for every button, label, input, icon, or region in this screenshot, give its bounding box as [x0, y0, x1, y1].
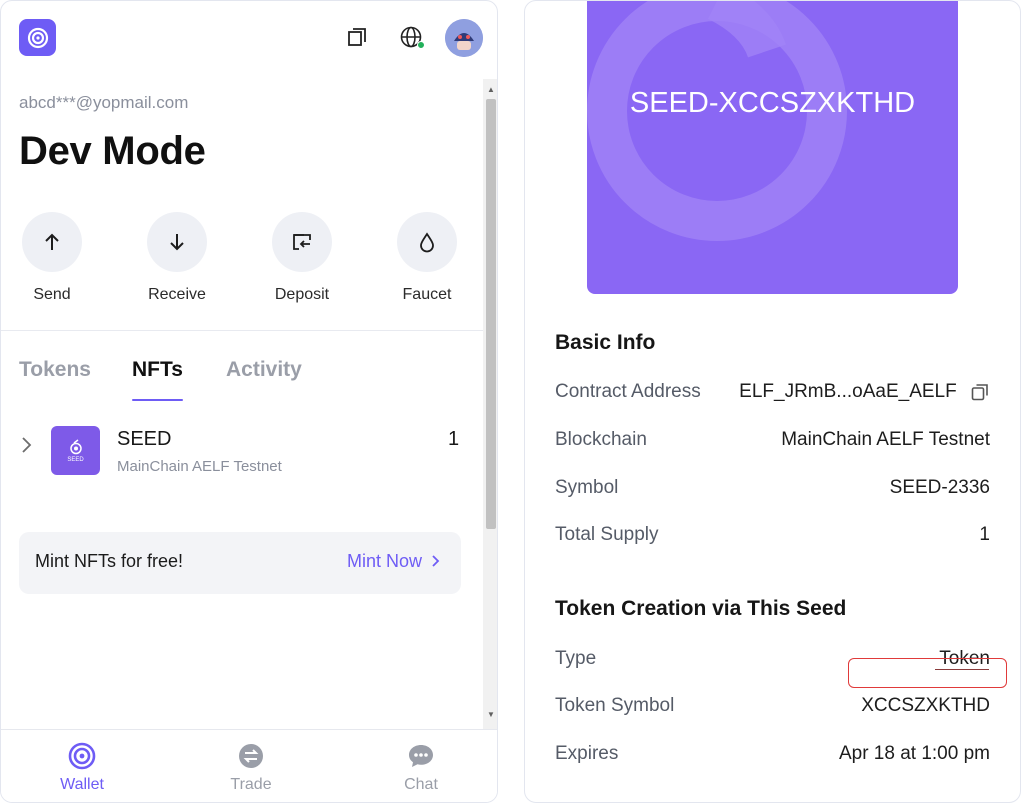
screen: ▲ ▼ abcd***@yopmail.com Dev Mode Send Re… — [0, 0, 1023, 803]
faucet-button[interactable]: Faucet — [382, 212, 472, 304]
contract-address-label: Contract Address — [555, 381, 701, 402]
avatar[interactable] — [445, 19, 483, 57]
arrow-up-icon — [22, 212, 82, 272]
nav-wallet[interactable]: Wallet — [37, 742, 127, 794]
nft-chain: MainChain AELF Testnet — [117, 458, 282, 475]
nft-thumb-text: SEED — [67, 456, 84, 463]
type-label: Type — [555, 648, 597, 669]
contract-address-text: ELF_JRmB...oAaE_AELF — [739, 381, 957, 402]
mint-now-label: Mint Now — [346, 551, 422, 571]
nav-wallet-label: Wallet — [60, 776, 104, 793]
copy-icon[interactable] — [970, 382, 990, 402]
tab-nfts[interactable]: NFTs — [132, 358, 183, 382]
copy-window-icon[interactable] — [343, 23, 371, 51]
basic-info-heading: Basic Info — [555, 331, 656, 354]
token-symbol-label: Token Symbol — [555, 695, 675, 716]
bottom-nav: Wallet Trade Chat — [1, 729, 497, 802]
wallet-panel: ▲ ▼ abcd***@yopmail.com Dev Mode Send Re… — [0, 0, 498, 803]
scroll-down-icon[interactable]: ▼ — [486, 710, 496, 720]
blockchain-value: MainChain AELF Testnet — [781, 429, 990, 450]
wallet-icon — [68, 742, 96, 770]
receive-label: Receive — [148, 286, 206, 303]
page-title: Dev Mode — [19, 129, 206, 173]
deposit-icon — [272, 212, 332, 272]
scroll-up-icon[interactable]: ▲ — [486, 85, 496, 95]
seed-artwork-icon — [587, 1, 847, 241]
chat-icon — [407, 742, 435, 770]
arrow-down-icon — [147, 212, 207, 272]
expires-label: Expires — [555, 743, 619, 764]
nav-chat-label: Chat — [404, 776, 438, 793]
deposit-button[interactable]: Deposit — [257, 212, 347, 304]
nft-hero-image: SEED-XCCSZXKTHD — [587, 1, 958, 294]
mint-text: Mint NFTs for free! — [35, 551, 184, 571]
tab-tokens[interactable]: Tokens — [19, 358, 91, 382]
receive-button[interactable]: Receive — [132, 212, 222, 304]
tab-activity[interactable]: Activity — [226, 358, 302, 382]
mint-banner: Mint NFTs for free! Mint Now — [19, 532, 461, 594]
contract-address-value: ELF_JRmB...oAaE_AELF — [739, 381, 990, 403]
nft-thumbnail: SEED — [51, 426, 100, 475]
total-supply-value: 1 — [979, 524, 990, 545]
deposit-label: Deposit — [274, 286, 330, 303]
token-creation-heading: Token Creation via This Seed — [555, 597, 847, 620]
trade-icon — [237, 742, 265, 770]
seed-logo-icon — [69, 438, 82, 454]
total-supply-label: Total Supply — [555, 524, 659, 545]
globe-icon[interactable] — [397, 23, 425, 51]
nav-trade[interactable]: Trade — [206, 742, 296, 794]
nft-count: 1 — [448, 428, 460, 450]
app-logo-icon[interactable] — [19, 19, 56, 56]
section-divider — [1, 330, 483, 331]
nav-chat[interactable]: Chat — [376, 742, 466, 794]
account-email: abcd***@yopmail.com — [19, 93, 189, 112]
blockchain-label: Blockchain — [555, 429, 647, 450]
send-label: Send — [33, 286, 71, 303]
symbol-value: SEED-2336 — [889, 477, 990, 498]
expires-value: Apr 18 at 1:00 pm — [838, 743, 990, 764]
nft-name: SEED — [117, 428, 172, 450]
nft-collection-row[interactable]: SEED SEED MainChain AELF Testnet 1 — [1, 421, 483, 481]
token-symbol-value: XCCSZXKTHD — [861, 695, 990, 716]
faucet-label: Faucet — [402, 286, 452, 303]
chevron-right-icon — [432, 555, 440, 567]
symbol-label: Symbol — [555, 477, 619, 498]
scrollbar-thumb[interactable] — [486, 99, 496, 529]
send-button[interactable]: Send — [7, 212, 97, 304]
wallet-topbar — [1, 1, 497, 77]
mint-now-link[interactable]: Mint Now — [347, 551, 441, 572]
nav-trade-label: Trade — [230, 776, 272, 793]
annotation-highlight-box — [848, 658, 1007, 688]
network-status-dot — [417, 41, 425, 49]
chevron-right-icon[interactable] — [21, 435, 33, 461]
nft-hero-title: SEED-XCCSZXKTHD — [629, 87, 916, 119]
active-tab-indicator — [132, 399, 183, 401]
drop-icon — [397, 212, 457, 272]
